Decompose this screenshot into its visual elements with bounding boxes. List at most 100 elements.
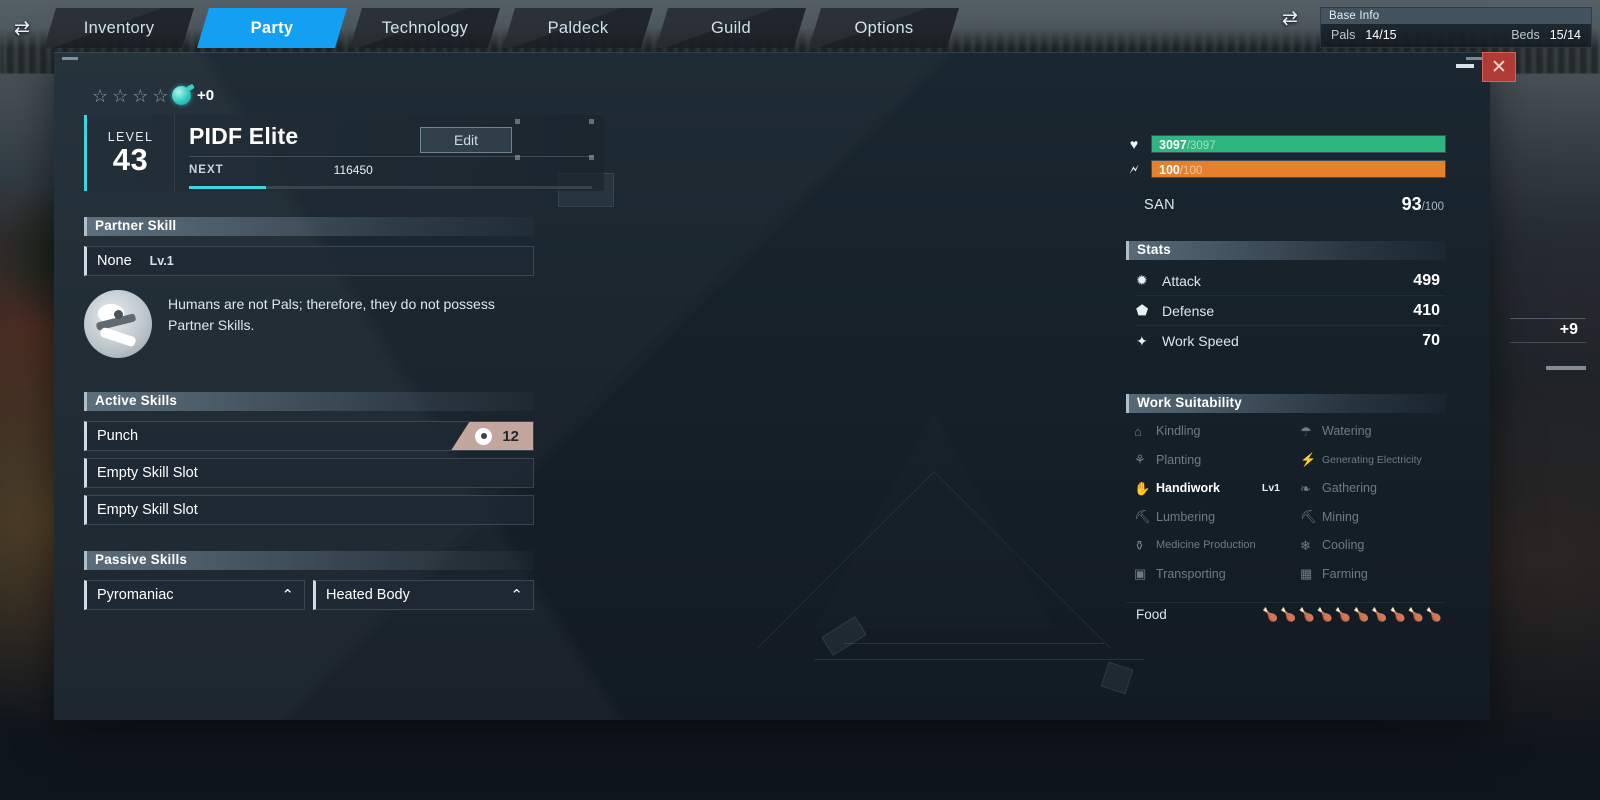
passive-skill-1[interactable]: Pyromaniac ⌃ [84, 580, 305, 610]
work-cooling-label: Cooling [1322, 538, 1365, 553]
passive-skills-section: Passive Skills Pyromaniac ⌃ Heated Body … [84, 551, 534, 610]
character-left-column: ☆ ☆ ☆ ☆ ☆ +0 LEVEL 43 PIDF Elite NEXT 11… [84, 86, 604, 610]
food-pip-icon: 🍗 [1316, 607, 1333, 622]
swap-right-icon[interactable]: ⇄ [1268, 9, 1312, 28]
partner-skill-name: None [97, 253, 132, 269]
stat-row-defense: ⬟ Defense 410 [1136, 296, 1446, 326]
corner-mark-decor [515, 155, 520, 160]
mining-icon: ⛏ [1300, 509, 1317, 525]
active-skills-body: Punch 12 Empty Skill Slot Empty Skill Sl… [84, 421, 534, 525]
character-name-card: LEVEL 43 PIDF Elite NEXT 116450 Edit [84, 115, 604, 191]
work-speed-icon: ✦ [1136, 332, 1148, 349]
work-column-right: ☂ Watering ⚡ Generating Electricity ❧ Ga… [1286, 417, 1446, 588]
stat-row-work-speed: ✦ Work Speed 70 [1136, 326, 1446, 356]
heart-icon: ♥ [1129, 136, 1139, 152]
food-pip-icon: 🍗 [1298, 607, 1315, 622]
food-pip-icon: 🍗 [1371, 607, 1388, 622]
passive-skills-body: Pyromaniac ⌃ Heated Body ⌃ [84, 580, 534, 610]
partner-skill-description-block: Humans are not Pals; therefore, they do … [84, 290, 534, 358]
tab-list: Inventory Party Technology Paldeck Guild… [44, 8, 962, 48]
stat-row-attack: ✹ Attack 499 [1136, 266, 1446, 296]
tab-guild[interactable]: Guild [656, 8, 806, 48]
side-gutter-bar-decor [1546, 366, 1586, 370]
partner-skill-slot[interactable]: None Lv.1 [84, 246, 534, 276]
stat-attack-label: Attack [1162, 272, 1201, 289]
element-neutral-icon [475, 427, 493, 445]
tab-technology[interactable]: Technology [350, 8, 500, 48]
active-skill-3-name: Empty Skill Slot [97, 502, 198, 518]
panel-notch-left-decor [62, 57, 78, 60]
work-row-kindling: ⌂ Kindling [1126, 417, 1286, 446]
stamina-row: 🗲 100/100 [1126, 160, 1446, 178]
edit-button[interactable]: Edit [420, 127, 512, 153]
work-row-generating-electricity: ⚡ Generating Electricity [1286, 446, 1446, 475]
passive-skills-header: Passive Skills [84, 551, 534, 570]
top-tab-bar: ⇄ Inventory Party Technology Paldeck Gui… [0, 6, 1600, 48]
avatar-shape-decor [114, 310, 123, 319]
swap-left-icon[interactable]: ⇄ [0, 19, 44, 38]
close-button[interactable]: ✕ [1482, 52, 1516, 82]
name-divider [189, 156, 594, 157]
lumbering-icon: ⛏ [1134, 509, 1151, 525]
tab-options[interactable]: Options [809, 8, 959, 48]
corner-mark-decor [589, 119, 594, 124]
hp-max: /3097 [1186, 140, 1216, 152]
tab-options-label: Options [854, 19, 914, 37]
watering-icon: ☂ [1300, 423, 1312, 439]
work-watering-label: Watering [1322, 424, 1372, 439]
work-row-gathering: ❧ Gathering [1286, 474, 1446, 503]
food-pip-icon: 🍗 [1389, 607, 1406, 622]
pal-sphere-icon [172, 86, 191, 105]
san-row: SAN 93/100 [1144, 194, 1446, 215]
work-lumbering-label: Lumbering [1156, 509, 1216, 524]
hp-bar: 3097/3097 [1151, 135, 1446, 153]
work-suitability-body: ⌂ Kindling ⚘ Planting ✋ Handiwork Lv1 ⛏ … [1126, 417, 1446, 588]
corner-mark-decor [515, 119, 520, 124]
work-row-lumbering: ⛏ Lumbering [1126, 503, 1286, 532]
food-pip-icon: 🍗 [1334, 607, 1352, 622]
stat-defense-label: Defense [1162, 302, 1215, 319]
handiwork-icon: ✋ [1134, 480, 1151, 496]
xp-next-value: 116450 [333, 163, 373, 177]
stamina-bar: 100/100 [1151, 160, 1446, 178]
stamina-current: 100 [1159, 163, 1180, 177]
active-skills-header: Active Skills [84, 392, 534, 411]
close-icon: ✕ [1491, 56, 1507, 78]
panel-hairline-decor [844, 643, 1104, 644]
side-gutter-plus-value: +9 [1510, 318, 1586, 343]
planting-icon: ⚘ [1134, 452, 1146, 468]
passive-skills-title: Passive Skills [95, 552, 188, 567]
chevron-up-icon: ⌃ [281, 586, 294, 604]
cooling-icon: ❄ [1300, 537, 1311, 553]
stat-attack-value: 499 [1413, 271, 1440, 289]
partner-skill-body: None Lv.1 Humans are not Pals; therefore… [84, 246, 534, 358]
partner-skill-section: Partner Skill None Lv.1 Humans are not P… [84, 217, 534, 358]
tab-paldeck[interactable]: Paldeck [503, 8, 653, 48]
base-info-panel: Base Info Pals 14/15 Beds 15/14 [1320, 6, 1592, 48]
stamina-icon: 🗲 [1129, 161, 1139, 177]
star-icon: ☆ [112, 86, 129, 106]
food-row: Food 🍗 🍗 🍗 🍗 🍗 🍗 🍗 🍗 🍗 🍗 [1126, 602, 1446, 626]
stamina-max: /100 [1179, 165, 1203, 177]
panel-hairline-decor [814, 659, 1144, 660]
active-skill-slot-2[interactable]: Empty Skill Slot [84, 458, 534, 488]
hp-bar-text: 3097/3097 [1152, 138, 1216, 152]
work-farming-label: Farming [1322, 566, 1368, 581]
farming-icon: ▦ [1300, 566, 1313, 582]
passive-skill-2[interactable]: Heated Body ⌃ [313, 580, 534, 610]
active-skill-slot-3[interactable]: Empty Skill Slot [84, 495, 534, 525]
work-kindling-label: Kindling [1156, 424, 1201, 439]
star-icon: ☆ [152, 86, 169, 106]
corner-mark-decor [589, 155, 594, 160]
minimize-bar-icon[interactable] [1456, 64, 1474, 68]
tab-party[interactable]: Party [197, 8, 347, 48]
food-label: Food [1136, 607, 1167, 622]
active-skill-1-power: 12 [502, 427, 519, 445]
level-box: LEVEL 43 [87, 115, 175, 191]
tab-inventory[interactable]: Inventory [44, 8, 194, 48]
work-handiwork-label: Handiwork [1156, 481, 1220, 496]
condense-value: +0 [197, 87, 215, 104]
element-dot-decor [480, 433, 487, 439]
work-row-farming: ▦ Farming [1286, 560, 1446, 589]
active-skill-slot-1[interactable]: Punch 12 [84, 421, 534, 451]
